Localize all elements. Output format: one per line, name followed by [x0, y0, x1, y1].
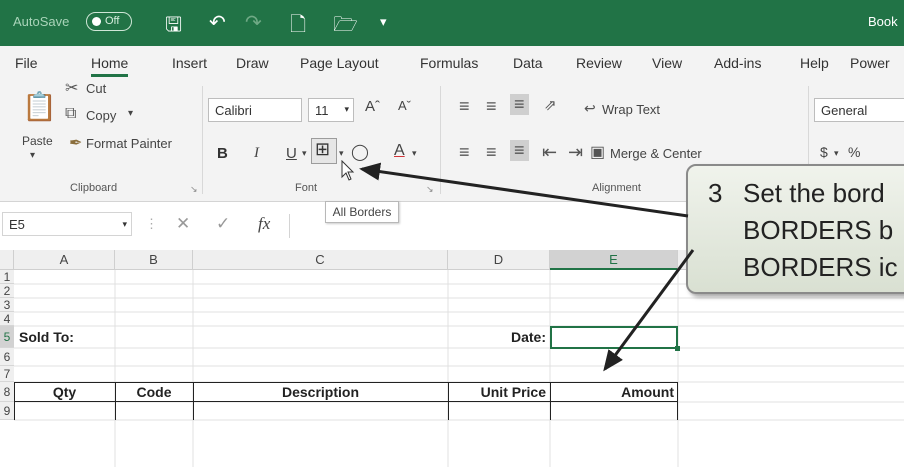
arrow-to-cell-e5	[603, 249, 695, 372]
callout-arrows	[359, 162, 695, 372]
arrow-to-borders-icon	[359, 162, 689, 218]
